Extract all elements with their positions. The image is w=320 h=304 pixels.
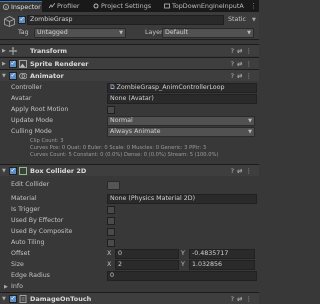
- component-enabled-checkbox[interactable]: [9, 166, 17, 175]
- script-icon: [19, 295, 27, 303]
- material-row: Material None (Physics Material 2D): [0, 193, 259, 204]
- auto-tiling-checkbox[interactable]: [107, 239, 115, 247]
- is-trigger-row: Is Trigger: [0, 204, 259, 215]
- edge-radius-row: Edge Radius 0: [0, 270, 259, 281]
- component-tools[interactable]: ?⇄⋮: [231, 72, 255, 80]
- info-clip-count: Clip Count: 3: [30, 138, 64, 144]
- object-name-field[interactable]: ZombieGrasp: [27, 15, 224, 25]
- apply-root-motion-checkbox[interactable]: [107, 106, 115, 114]
- size-y-field[interactable]: 1.032856: [189, 260, 255, 270]
- controller-row: Controller ⧉ ZombieGrasp_AnimControllerL…: [0, 82, 259, 93]
- controller-field[interactable]: ⧉ ZombieGrasp_AnimControllerLoop: [107, 83, 257, 93]
- component-tools[interactable]: ?⇄⋮: [231, 47, 255, 55]
- component-tools[interactable]: ?⇄⋮: [231, 167, 255, 175]
- static-dropdown-icon[interactable]: ▼: [252, 17, 256, 23]
- size-row: Size X 2 Y 1.032856: [0, 259, 259, 270]
- offset-x-field[interactable]: 0: [115, 249, 179, 259]
- size-y-label: Y: [181, 261, 185, 268]
- avatar-row: Avatar None (Avatar): [0, 93, 259, 104]
- update-mode-row: Update Mode Normal ▼: [0, 115, 259, 126]
- fold-arrow-icon[interactable]: ▶: [2, 61, 6, 67]
- culling-mode-row: Culling Mode Always Animate ▼: [0, 126, 259, 137]
- tab-profiler[interactable]: Profiler: [46, 1, 86, 12]
- component-title: Sprite Renderer: [30, 60, 89, 68]
- box-collider-icon: [19, 167, 27, 175]
- component-tools[interactable]: ?⇄⋮: [231, 60, 255, 68]
- gameobject-cube-icon: [4, 16, 15, 27]
- static-label[interactable]: Static: [228, 16, 246, 23]
- component-transform[interactable]: ▶ Transform ?⇄⋮: [0, 44, 259, 56]
- layer-label: Layer: [145, 29, 163, 36]
- apply-root-motion-row: Apply Root Motion: [0, 104, 259, 115]
- edge-radius-field[interactable]: 0: [107, 271, 257, 281]
- fold-arrow-icon[interactable]: ▼: [2, 73, 6, 79]
- size-x-label: X: [107, 261, 112, 268]
- transform-icon: [9, 47, 17, 55]
- active-checkbox[interactable]: [18, 15, 26, 24]
- info-foldout-row[interactable]: ▶ Info: [0, 281, 259, 292]
- offset-y-field[interactable]: -0.4835717: [189, 249, 255, 259]
- avatar-field[interactable]: None (Avatar): [107, 94, 257, 104]
- sprite-renderer-icon: [19, 60, 27, 68]
- component-tools[interactable]: ?⇄⋮: [231, 295, 255, 303]
- component-box-collider-2d[interactable]: ▼ Box Collider 2D ?⇄⋮: [0, 164, 259, 176]
- component-title: Transform: [30, 47, 68, 55]
- animator-controller-icon: ⧉: [110, 84, 115, 91]
- used-by-effector-row: Used By Effector: [0, 215, 259, 226]
- material-field[interactable]: None (Physics Material 2D): [107, 194, 257, 204]
- offset-row: Offset X 0 Y -0.4835717: [0, 248, 259, 259]
- size-x-field[interactable]: 2: [115, 260, 179, 270]
- used-by-effector-checkbox[interactable]: [107, 217, 115, 225]
- tab-bar: Inspector Profiler Project Settings TopD…: [0, 0, 259, 13]
- tag-dropdown[interactable]: Untagged ▼: [34, 28, 126, 38]
- chevron-down-icon: ▼: [247, 30, 251, 36]
- used-by-composite-checkbox[interactable]: [107, 228, 115, 236]
- auto-tiling-row: Auto Tiling: [0, 237, 259, 248]
- offset-y-label: Y: [181, 250, 185, 257]
- info-curves-pos: Curves Pos: 0 Quat: 0 Euler: 0 Scale: 0 …: [30, 145, 207, 151]
- component-sprite-renderer[interactable]: ▶ Sprite Renderer ?⇄⋮: [0, 57, 259, 69]
- layer-dropdown[interactable]: Default ▼: [162, 28, 254, 38]
- component-damage-on-touch[interactable]: ▼ DamageOnTouch ?⇄⋮: [0, 292, 259, 304]
- fold-arrow-icon[interactable]: ▶: [2, 48, 6, 54]
- tag-label: Tag: [18, 29, 29, 36]
- profiler-icon: [48, 2, 56, 9]
- gear-icon: [93, 2, 99, 9]
- tab-project-settings[interactable]: Project Settings: [90, 1, 158, 12]
- component-animator[interactable]: ▼ Animator ?⇄⋮: [0, 69, 259, 81]
- is-trigger-checkbox[interactable]: [107, 206, 115, 214]
- animator-info-box: Clip Count: 3 Curves Pos: 0 Quat: 0 Eule…: [0, 138, 259, 162]
- component-title: DamageOnTouch: [30, 295, 92, 303]
- component-enabled-checkbox[interactable]: [9, 71, 17, 80]
- offset-x-label: X: [107, 250, 112, 257]
- input-icon: [164, 2, 170, 9]
- used-by-composite-row: Used By Composite: [0, 226, 259, 237]
- animator-icon: [19, 73, 27, 79]
- update-mode-dropdown[interactable]: Normal ▼: [107, 116, 255, 126]
- chevron-down-icon: ▼: [248, 118, 252, 124]
- fold-arrow-icon[interactable]: ▶: [4, 284, 8, 290]
- info-icon: [3, 3, 9, 10]
- object-header: ZombieGrasp Static ▼ Tag Untagged▼ Layer…: [0, 12, 259, 40]
- component-enabled-checkbox[interactable]: [9, 59, 17, 68]
- component-title: Box Collider 2D: [30, 167, 87, 175]
- culling-mode-dropdown[interactable]: Always Animate ▼: [107, 127, 255, 137]
- chevron-down-icon: ▼: [248, 129, 252, 135]
- fold-arrow-icon[interactable]: ▼: [2, 168, 6, 174]
- tab-input-actions[interactable]: TopDownEngineInputA: [161, 1, 249, 12]
- tab-menu-icon[interactable]: ⋮: [250, 2, 257, 10]
- chevron-down-icon: ▼: [119, 30, 123, 36]
- info-curves-count: Curves Count: 5 Constant: 0 (0.0%) Dense…: [30, 152, 219, 158]
- edit-collider-row: Edit Collider: [0, 178, 259, 192]
- component-enabled-checkbox[interactable]: [9, 294, 17, 303]
- component-title: Animator: [30, 72, 64, 80]
- fold-arrow-icon[interactable]: ▼: [2, 296, 6, 302]
- edit-collider-button[interactable]: [107, 181, 120, 190]
